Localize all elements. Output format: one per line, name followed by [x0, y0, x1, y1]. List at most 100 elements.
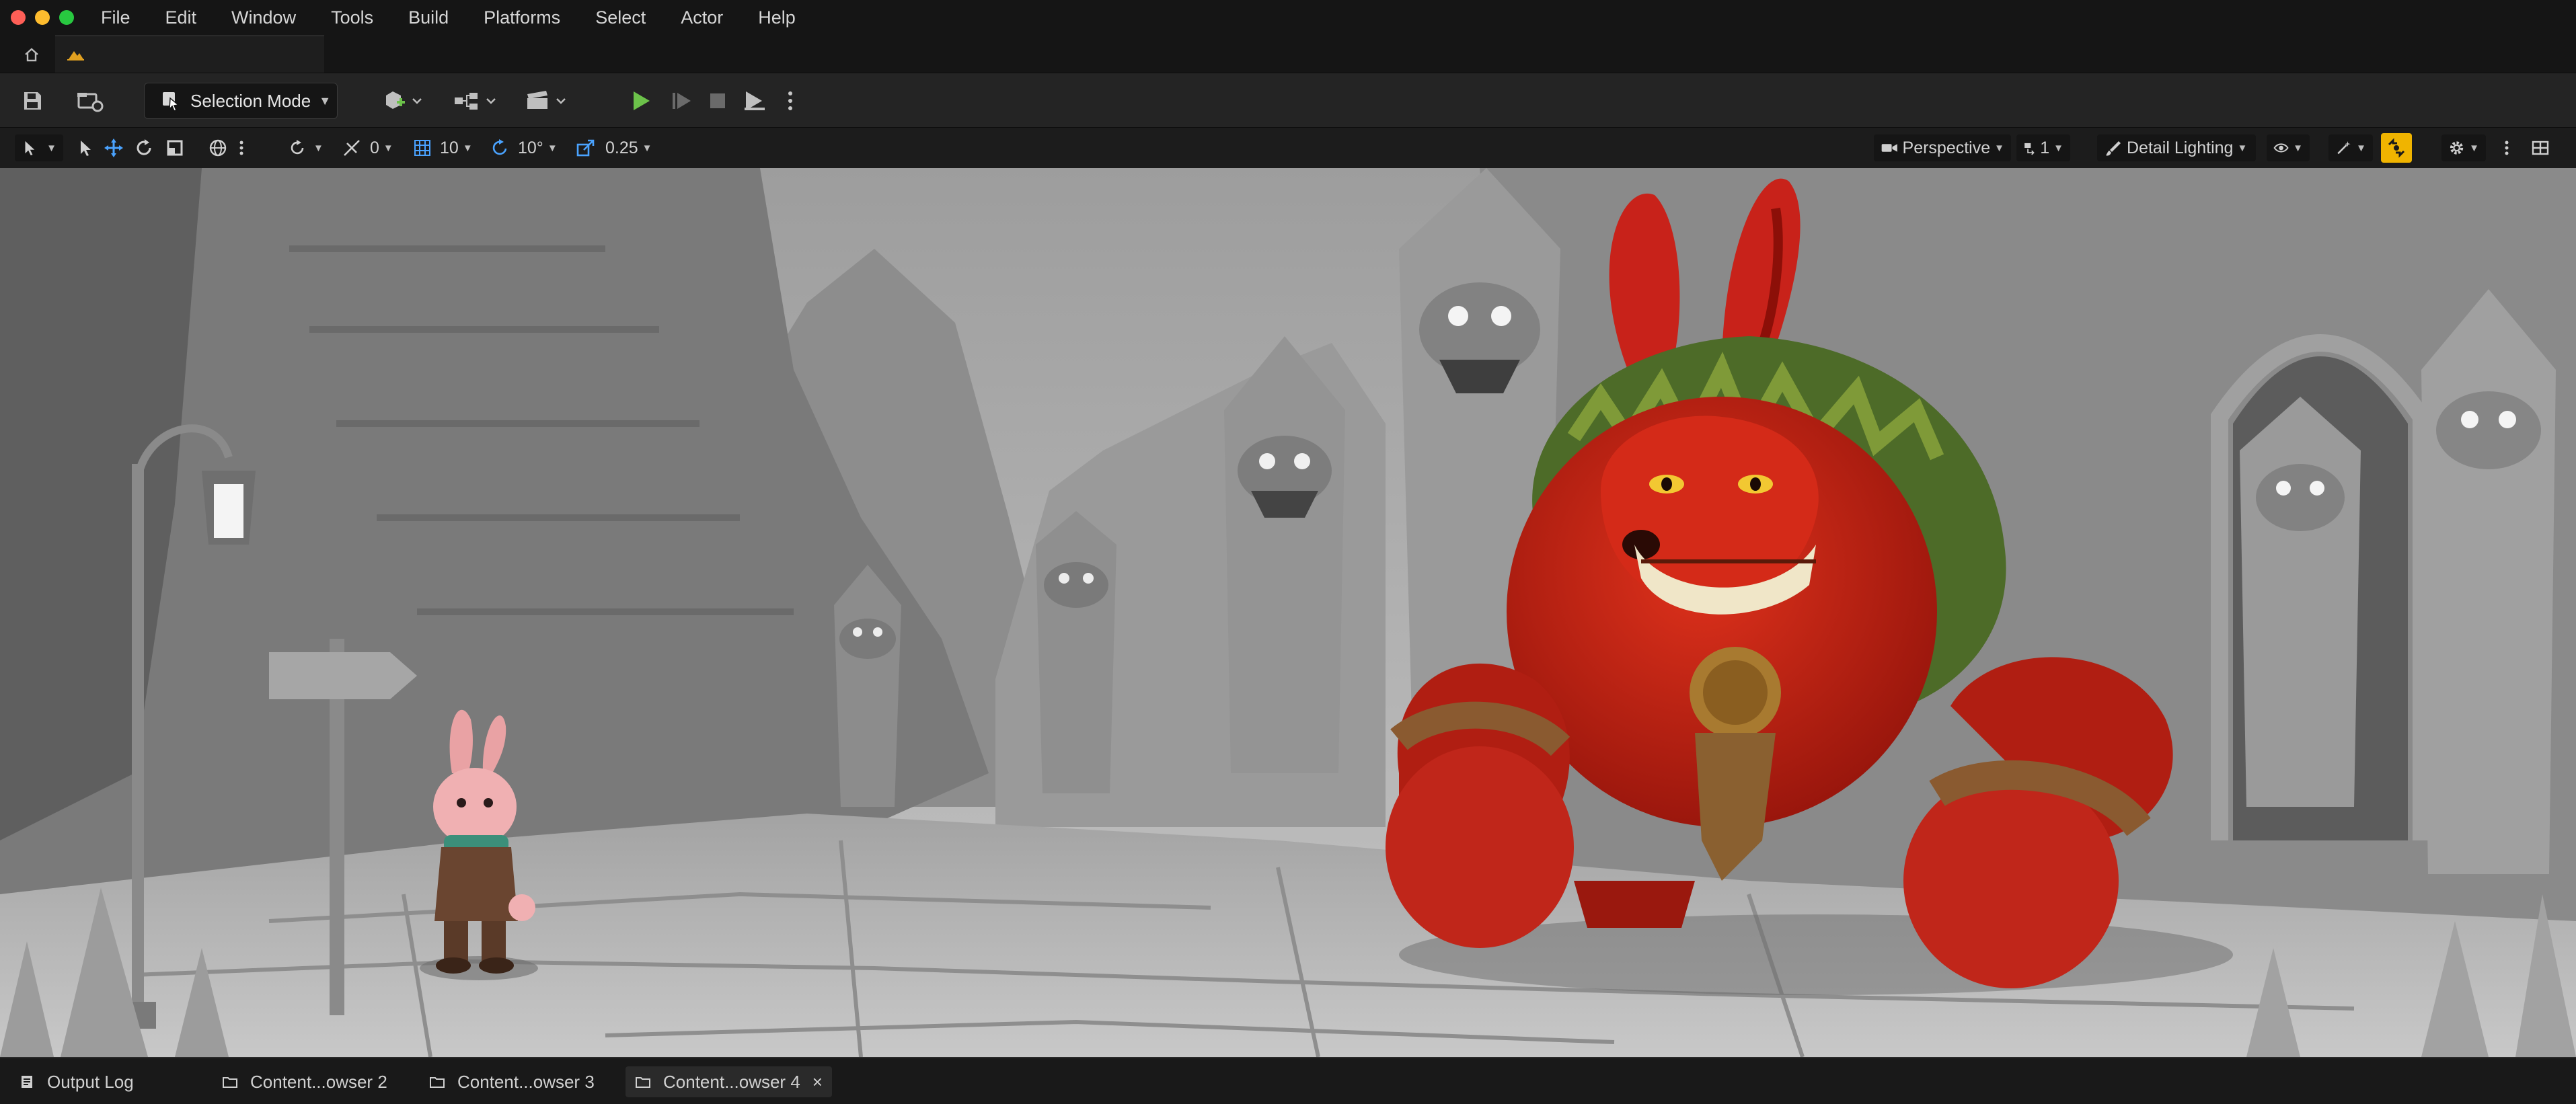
- grid-snap-icon: [414, 140, 430, 156]
- close-tab-button[interactable]: ×: [812, 1072, 823, 1093]
- totem-mid: [1224, 336, 1345, 773]
- minimize-window-button[interactable]: [35, 10, 50, 25]
- viewport-toolbar: ▼ ▼ 0 ▼ 10 ▼ 10° ▼ 0.25 ▼ Perspective ▼ …: [0, 128, 2576, 168]
- output-log-tab[interactable]: Output Log: [9, 1066, 143, 1097]
- layout-grid-icon: [2532, 141, 2549, 155]
- realtime-effects-dropdown[interactable]: ▼: [2328, 134, 2373, 161]
- save-icon: [24, 92, 41, 110]
- transform-options-button[interactable]: [238, 134, 245, 161]
- menu-tools[interactable]: Tools: [331, 7, 373, 28]
- options-icon: [788, 91, 792, 110]
- menu-edit[interactable]: Edit: [165, 7, 197, 28]
- totem-mid-left: [1036, 511, 1116, 793]
- folder-icon: [430, 1077, 445, 1088]
- launch-button[interactable]: [737, 84, 771, 118]
- surface-snap-icon: [291, 140, 304, 155]
- launch-icon: [745, 91, 765, 110]
- chevron-down-icon: ▼: [2237, 142, 2248, 154]
- scale-snap-dropdown[interactable]: 0.25 ▼: [574, 134, 652, 161]
- source-control-icon: [77, 93, 104, 112]
- close-window-button[interactable]: [11, 10, 26, 25]
- folder-icon: [636, 1077, 650, 1088]
- menu-bar: File Edit Window Tools Build Platforms S…: [0, 0, 2576, 35]
- more-icon: [239, 141, 243, 155]
- rotation-snap-dropdown[interactable]: 10° ▼: [488, 134, 558, 161]
- show-flags-dropdown[interactable]: ▼: [2267, 134, 2310, 161]
- menu-file[interactable]: File: [101, 7, 130, 28]
- rotate-mode-button[interactable]: [133, 134, 155, 161]
- layout-button[interactable]: [2530, 134, 2550, 161]
- gameview-icon: [2388, 138, 2405, 158]
- content-browser-4-label: Content...owser 4: [663, 1071, 800, 1092]
- content-browser-4-tab[interactable]: Content...owser 4 ×: [626, 1066, 832, 1097]
- cinematics-button[interactable]: [523, 84, 577, 118]
- lighting-mode-dropdown[interactable]: Detail Lighting ▼: [2097, 134, 2256, 161]
- blueprint-button[interactable]: [451, 84, 504, 118]
- translate-mode-button[interactable]: [102, 134, 125, 161]
- output-log-icon: [22, 1076, 32, 1088]
- content-browser-2-label: Content...owser 2: [250, 1071, 387, 1092]
- surface-snapping-dropdown[interactable]: ▼: [287, 134, 324, 161]
- chevron-down-icon: ▼: [2356, 142, 2366, 154]
- save-button[interactable]: [15, 84, 50, 118]
- play-button[interactable]: [624, 84, 658, 118]
- menu-window[interactable]: Window: [231, 7, 296, 28]
- window-controls: [11, 10, 74, 25]
- rotation-grid-snap-value: 0: [370, 138, 379, 157]
- coordinate-system-button[interactable]: [207, 134, 229, 161]
- toolbar-options-button[interactable]: [782, 84, 799, 118]
- content-browser-2-tab[interactable]: Content...owser 2: [213, 1066, 397, 1097]
- more-icon: [2505, 141, 2509, 155]
- move-icon: [104, 139, 123, 157]
- location-grid-snap-value: 10: [440, 138, 459, 157]
- source-control-button[interactable]: [70, 84, 110, 118]
- content-browser-3-tab[interactable]: Content...owser 3: [420, 1066, 604, 1097]
- game-view-toggle[interactable]: [2381, 133, 2412, 163]
- document-tab-row: [0, 35, 2576, 73]
- scale-mode-button[interactable]: [164, 134, 186, 161]
- viewport-options-button[interactable]: [2503, 134, 2510, 161]
- selection-mode-label: Selection Mode: [190, 90, 311, 111]
- rotate-icon: [137, 139, 151, 155]
- menu-actor[interactable]: Actor: [681, 7, 723, 28]
- camera-speed-value: 1: [2040, 138, 2050, 157]
- chevron-down-icon: ▼: [319, 93, 332, 108]
- select-mode-button[interactable]: [75, 134, 96, 161]
- menu-select[interactable]: Select: [595, 7, 646, 28]
- menu-build[interactable]: Build: [408, 7, 449, 28]
- chevron-down-icon: ▼: [462, 142, 473, 154]
- lighting-mode-label: Detail Lighting: [2127, 138, 2234, 157]
- home-tab[interactable]: [15, 43, 48, 66]
- stop-icon: [710, 93, 725, 108]
- advance-frame-icon: [673, 93, 691, 109]
- add-actor-button[interactable]: [382, 84, 432, 118]
- maximize-window-button[interactable]: [59, 10, 74, 25]
- chevron-down-icon: ▼: [46, 142, 56, 154]
- menu-help[interactable]: Help: [758, 7, 796, 28]
- stop-button[interactable]: [701, 84, 734, 118]
- camera-icon: [1881, 144, 1897, 152]
- camera-speed-dropdown[interactable]: 1 ▼: [2016, 134, 2070, 161]
- menu-platforms[interactable]: Platforms: [484, 7, 560, 28]
- chevron-down-icon: ▼: [642, 142, 652, 154]
- snap-angle-icon: [344, 140, 360, 156]
- chevron-down-icon: ▼: [2469, 142, 2479, 154]
- level-viewport[interactable]: [0, 168, 2576, 1057]
- rotation-snap-icon: [492, 139, 507, 155]
- add-actor-icon: [386, 91, 422, 109]
- chevron-down-icon: ▼: [313, 142, 324, 154]
- rotation-grid-snap-dropdown[interactable]: 0 ▼: [340, 134, 393, 161]
- location-grid-snap-dropdown[interactable]: 10 ▼: [412, 134, 473, 161]
- view-mode-dropdown[interactable]: Perspective ▼: [1874, 134, 2011, 161]
- selection-mode-dropdown[interactable]: Selection Mode ▼: [144, 83, 338, 119]
- viewport-settings-dropdown[interactable]: ▼: [2441, 134, 2486, 161]
- level-tab[interactable]: [55, 35, 324, 73]
- brush-icon: [2106, 141, 2121, 156]
- advance-frame-button[interactable]: [665, 84, 698, 118]
- chevron-down-icon: ▼: [2293, 142, 2303, 154]
- totem-far-right: [2421, 289, 2556, 874]
- totem-far-left: [834, 565, 901, 807]
- select-tool-dropdown[interactable]: ▼: [15, 134, 63, 161]
- play-icon: [634, 91, 650, 110]
- rotation-snap-value: 10°: [518, 138, 543, 157]
